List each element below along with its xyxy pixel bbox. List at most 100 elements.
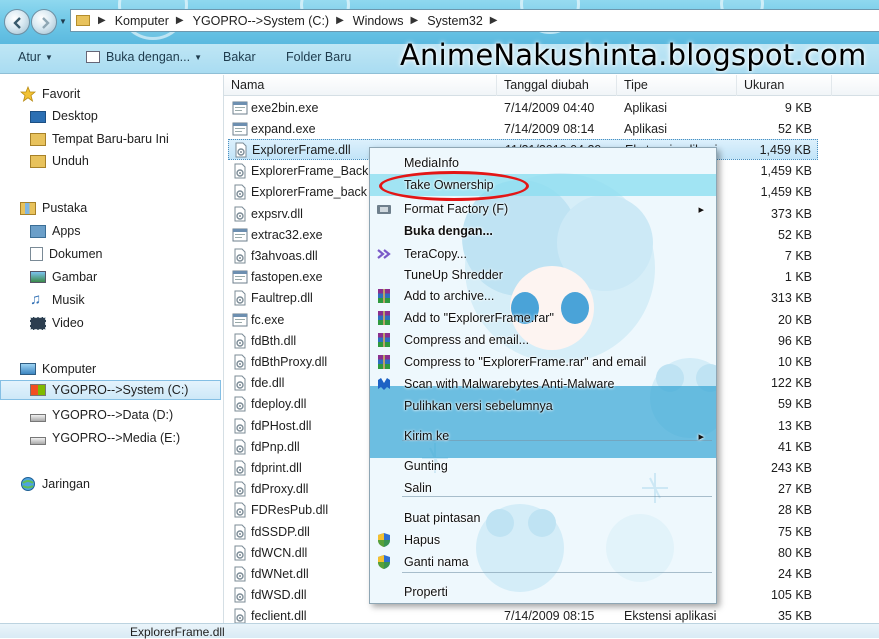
menu-item-ganti-nama[interactable]: Ganti nama — [370, 551, 716, 573]
menu-item-compress-and-email[interactable]: Compress and email... — [370, 329, 716, 351]
menu-item-buat-pintasan[interactable]: Buat pintasan — [370, 507, 716, 529]
nav-documents[interactable]: Dokumen — [30, 244, 103, 264]
menu-item-label: Add to "ExplorerFrame.rar" — [404, 311, 554, 325]
menu-item-kirim-ke[interactable]: Kirim ke ▸ — [370, 425, 716, 447]
nav-network-label: Jaringan — [42, 477, 90, 491]
breadcrumb-separator[interactable]: ▶ — [94, 15, 112, 26]
nav-favorites[interactable]: Favorit — [19, 84, 80, 104]
nav-drive-c[interactable]: YGOPRO-->System (C:) — [0, 380, 221, 400]
new-folder-button[interactable]: Folder Baru — [286, 50, 351, 64]
burn-label: Bakar — [223, 50, 256, 64]
menu-item-gunting[interactable]: Gunting — [370, 455, 716, 477]
menu-item-mediainfo[interactable]: MediaInfo — [370, 152, 716, 174]
menu-item-teracopy[interactable]: TeraCopy... — [370, 243, 716, 265]
dll-file-icon — [232, 481, 248, 497]
menu-item-add-to-archive[interactable]: Add to archive... — [370, 285, 716, 307]
file-size: 7 KB — [784, 248, 812, 263]
details-filename: ExplorerFrame.dll — [130, 625, 225, 639]
breadcrumb-system32[interactable]: System32 — [424, 14, 486, 28]
menu-item-label: MediaInfo — [404, 156, 459, 170]
breadcrumb-computer[interactable]: Komputer — [112, 14, 172, 28]
dll-file-icon — [233, 142, 249, 158]
nav-drive-e[interactable]: YGOPRO-->Media (E:) — [30, 428, 180, 448]
nav-recent[interactable]: Tempat Baru-baru Ini — [30, 129, 169, 149]
file-row[interactable]: exe2bin.exe 7/14/2009 04:40 Aplikasi 9 KB — [228, 97, 818, 118]
breadcrumb-windows[interactable]: Windows — [350, 14, 407, 28]
column-name[interactable]: Nama — [224, 75, 497, 96]
libraries-icon — [20, 201, 36, 215]
winrar-icon — [376, 288, 392, 304]
nav-music-label: Musik — [52, 293, 85, 307]
file-size: 20 KB — [777, 312, 812, 327]
menu-item-hapus[interactable]: Hapus — [370, 529, 716, 551]
menu-item-label: TuneUp Shredder — [404, 268, 503, 282]
folder-icon — [76, 15, 90, 26]
organize-button[interactable]: Atur ▼ — [18, 50, 53, 64]
breadcrumb-separator[interactable]: ▶ — [172, 15, 190, 26]
menu-item-properti[interactable]: Properti — [370, 581, 716, 603]
recent-pages-dropdown[interactable]: ▼ — [59, 17, 67, 26]
nav-apps[interactable]: Apps — [30, 221, 81, 241]
highlight-ring — [379, 171, 529, 201]
menu-item-label: Hapus — [404, 533, 441, 547]
teracopy-icon — [376, 246, 392, 262]
breadcrumb-separator[interactable]: ▶ — [407, 15, 425, 26]
menu-item-label: Buat pintasan — [404, 511, 481, 525]
menu-item-tuneup-shredder[interactable]: TuneUp Shredder — [370, 264, 716, 286]
dll-file-icon — [232, 396, 248, 412]
breadcrumb-drive[interactable]: YGOPRO-->System (C:) — [190, 14, 332, 28]
chevron-down-icon: ▼ — [44, 52, 53, 62]
nav-desktop[interactable]: Desktop — [30, 106, 98, 126]
star-icon — [19, 85, 37, 102]
breadcrumb-separator[interactable]: ▶ — [332, 15, 350, 26]
menu-item-label: TeraCopy... — [404, 247, 467, 261]
open-with-button[interactable]: Buka dengan... ▼ — [86, 50, 202, 64]
nav-drive-d-label: YGOPRO-->Data (D:) — [52, 408, 174, 422]
file-size: 41 KB — [777, 439, 812, 454]
menu-item-format-factory-f[interactable]: Format Factory (F) ▸ — [370, 198, 716, 220]
file-size: 1,459 KB — [760, 185, 812, 200]
nav-downloads[interactable]: Unduh — [30, 151, 89, 171]
burn-button[interactable]: Bakar — [223, 50, 256, 64]
arrow-left-icon — [13, 17, 21, 29]
nav-music[interactable]: ♫ Musik — [30, 290, 85, 310]
column-size[interactable]: Ukuran — [737, 75, 832, 96]
dll-file-icon — [232, 439, 248, 455]
menu-item-buka-dengan[interactable]: Buka dengan... — [370, 220, 716, 242]
file-name: expand.exe — [251, 121, 316, 136]
open-with-label: Buka dengan... — [106, 50, 191, 64]
nav-pictures[interactable]: Gambar — [30, 267, 97, 287]
menu-item-scan-with-malwarebytes-anti-malware[interactable]: Scan with Malwarebytes Anti-Malware — [370, 373, 716, 395]
dll-file-icon — [232, 418, 248, 434]
address-bar[interactable]: ▶ Komputer ▶ YGOPRO-->System (C:) ▶ Wind… — [70, 9, 879, 32]
back-button[interactable] — [4, 9, 30, 35]
nav-network[interactable]: Jaringan — [20, 474, 90, 494]
file-size: 28 KB — [777, 503, 812, 518]
menu-item-pulihkan-versi-sebelumnya[interactable]: Pulihkan versi sebelumnya — [370, 395, 716, 417]
file-name: exe2bin.exe — [251, 100, 319, 115]
file-date: 7/14/2009 04:40 — [504, 100, 595, 115]
nav-drive-d[interactable]: YGOPRO-->Data (D:) — [30, 405, 173, 425]
breadcrumb-separator[interactable]: ▶ — [486, 15, 504, 26]
dll-file-icon — [232, 460, 248, 476]
nav-libraries[interactable]: Pustaka — [20, 198, 87, 218]
dll-file-icon — [232, 290, 248, 306]
menu-item-label: Kirim ke — [404, 429, 450, 443]
submenu-arrow-icon: ▸ — [698, 203, 704, 216]
menu-item-compress-to-explorerframe-rar-and-email[interactable]: Compress to "ExplorerFrame.rar" and emai… — [370, 351, 716, 373]
file-size: 9 KB — [784, 100, 812, 115]
file-size: 243 KB — [770, 460, 812, 475]
column-type[interactable]: Tipe — [617, 75, 737, 96]
nav-video[interactable]: Video — [30, 313, 84, 333]
column-header-bar: Nama Tanggal diubah Tipe Ukuran — [224, 75, 879, 96]
menu-item-salin[interactable]: Salin — [370, 477, 716, 499]
menu-item-add-to-explorerframe-rar[interactable]: Add to "ExplorerFrame.rar" — [370, 307, 716, 329]
column-date[interactable]: Tanggal diubah — [497, 75, 617, 96]
forward-button[interactable] — [31, 9, 57, 35]
file-row[interactable]: expand.exe 7/14/2009 08:14 Aplikasi 52 KB — [228, 118, 818, 139]
nav-apps-label: Apps — [52, 224, 81, 238]
computer-icon — [20, 363, 36, 375]
dll-file-icon — [232, 502, 248, 518]
nav-computer[interactable]: Komputer — [20, 359, 96, 379]
menu-item-label: Format Factory (F) — [404, 202, 509, 216]
